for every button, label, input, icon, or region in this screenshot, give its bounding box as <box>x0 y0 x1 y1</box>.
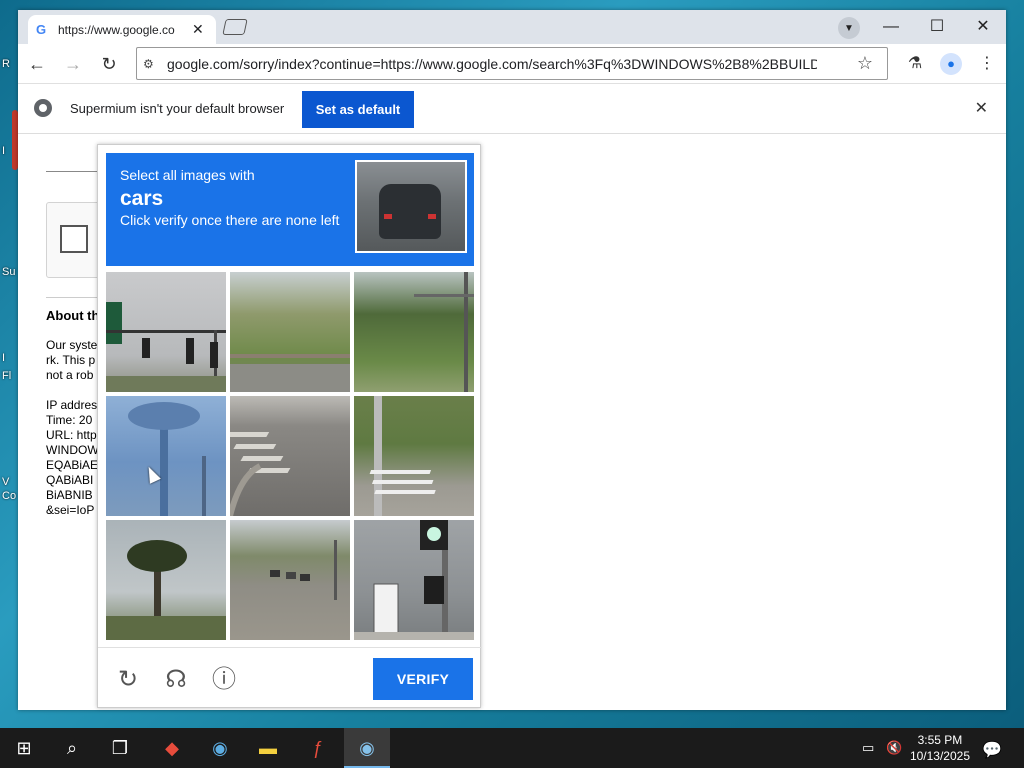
site-info-icon[interactable]: ⚙ <box>143 57 161 71</box>
minimize-icon[interactable]: — <box>876 16 906 38</box>
clock-time: 3:55 PM <box>917 733 963 747</box>
traffic-signal-sign-image <box>354 520 474 640</box>
page-line: WINDOW <box>46 443 99 457</box>
google-favicon-icon: G <box>36 21 47 37</box>
trees-pole-image <box>414 272 474 392</box>
search-icon[interactable]: ⌕ <box>58 734 86 762</box>
page-line: &sei=IoP <box>46 503 95 517</box>
challenge-footer: ↻ ☊ ⓘ VERIFY <box>98 647 482 709</box>
chrome-logo-icon <box>34 99 52 117</box>
taskbar: ⊞ ⌕ ❐ ◆ ◉ ▬ ƒ ◉ ▭ 🔇 3:55 PM 10/13/2025 💬 <box>0 728 1024 768</box>
address-url[interactable]: google.com/sorry/index?continue=https://… <box>167 56 817 72</box>
system-clock[interactable]: 3:55 PM 10/13/2025 <box>910 732 970 764</box>
tail-light <box>384 214 392 219</box>
volume-muted-icon[interactable]: 🔇 <box>886 740 902 756</box>
crosswalk-pole-image <box>369 396 436 516</box>
tab-title: https://www.google.co <box>58 22 175 37</box>
grid-tile-trees[interactable] <box>354 272 474 392</box>
desktop-icon-label[interactable]: Su <box>2 266 15 278</box>
tab-strip: G https://www.google.co ✕ ▼ — ☐ ✕ <box>18 10 1006 44</box>
desktop-icon-label[interactable]: R <box>2 58 10 70</box>
set-as-default-button[interactable]: Set as default <box>302 91 414 128</box>
grid-tile-hillside[interactable] <box>230 272 350 392</box>
challenge-header: Select all images with cars Click verify… <box>106 153 474 266</box>
info-icon[interactable]: ⓘ <box>210 666 238 694</box>
browser-window: G https://www.google.co ✕ ▼ — ☐ ✕ ← → ↻ … <box>18 10 1006 710</box>
reload-challenge-icon[interactable]: ↻ <box>114 666 142 694</box>
desktop-icon-label[interactable]: Co <box>2 490 16 502</box>
grid-tile-palm-tree[interactable] <box>106 520 226 640</box>
desktop-icon-label[interactable]: V <box>2 476 9 488</box>
new-tab-icon[interactable] <box>222 19 248 35</box>
palm-tree-image <box>106 540 226 640</box>
grid-tile-traffic-lights[interactable] <box>106 272 226 392</box>
infobar-message: Supermium isn't your default browser <box>70 101 285 116</box>
recaptcha-checkbox[interactable] <box>60 225 88 253</box>
page-line: Our syste <box>46 338 98 352</box>
tab-close-icon[interactable]: ✕ <box>192 21 204 38</box>
maximize-icon[interactable]: ☐ <box>922 16 952 38</box>
clock-date: 10/13/2025 <box>909 749 970 763</box>
window-close-icon[interactable]: ✕ <box>968 16 998 38</box>
default-browser-infobar: Supermium isn't your default browser Set… <box>18 84 1006 134</box>
menu-kebab-icon[interactable]: ⋮ <box>976 53 998 75</box>
flash-icon[interactable]: ƒ <box>304 734 332 762</box>
page-line: QABiABI <box>46 473 94 487</box>
infobar-close-icon[interactable]: ✕ <box>975 98 988 118</box>
street-with-cars-image <box>270 540 337 600</box>
address-bar[interactable]: ⚙ google.com/sorry/index?continue=https:… <box>136 47 888 80</box>
page-line: Time: 20 <box>46 413 93 427</box>
traffic-lights-image <box>106 302 226 392</box>
network-icon[interactable]: ▭ <box>862 740 874 756</box>
car-shape <box>379 184 441 239</box>
tab-active[interactable]: G https://www.google.co ✕ <box>28 15 216 44</box>
page-line: rk. This p <box>46 353 96 367</box>
grid-tile-traffic-signal[interactable] <box>354 520 474 640</box>
tail-light <box>428 214 436 219</box>
tab-search-chevron-icon[interactable]: ▼ <box>838 17 860 39</box>
page-line: BiABNIB <box>46 488 93 502</box>
notification-icon[interactable]: 💬 <box>982 740 1002 760</box>
windows-start-icon[interactable]: ⊞ <box>10 734 38 762</box>
desktop-icon-label[interactable]: I <box>2 352 5 364</box>
task-view-icon[interactable]: ❐ <box>106 734 134 762</box>
challenge-target: cars <box>120 187 164 210</box>
hillside-guardrail-image <box>230 354 350 392</box>
app-red-icon[interactable]: ◆ <box>158 734 186 762</box>
supermium-icon[interactable]: ◉ <box>353 734 381 762</box>
labs-flask-icon[interactable]: ⚗ <box>904 53 926 75</box>
browser-globe-icon[interactable]: ◉ <box>206 734 234 762</box>
desktop-icon-label[interactable]: Fl <box>2 370 11 382</box>
grid-tile-crosswalk-pole[interactable] <box>354 396 474 516</box>
profile-avatar-icon[interactable]: ● <box>940 53 962 75</box>
image-grid <box>106 272 474 640</box>
verify-button[interactable]: VERIFY <box>373 658 473 700</box>
file-explorer-icon[interactable]: ▬ <box>254 734 282 762</box>
toolbar: ← → ↻ ⚙ google.com/sorry/index?continue=… <box>18 44 1006 84</box>
forward-arrow-icon[interactable]: → <box>62 53 84 75</box>
page-line: not a rob <box>46 368 94 382</box>
page-line: IP addres <box>46 398 98 412</box>
palm-tree-blue-image <box>128 402 206 516</box>
back-arrow-icon[interactable]: ← <box>26 53 48 75</box>
bookmark-star-icon[interactable]: ☆ <box>857 53 873 74</box>
sample-car-image <box>355 160 467 253</box>
audio-headphones-icon[interactable]: ☊ <box>162 666 190 694</box>
challenge-subinstruction: Click verify once there are none left <box>120 212 340 228</box>
recaptcha-challenge: Select all images with cars Click verify… <box>97 144 482 709</box>
grid-tile-road-crosswalk[interactable] <box>230 396 350 516</box>
desktop-icon-label[interactable]: I <box>2 145 5 157</box>
page-line: EQABiAE <box>46 458 99 472</box>
grid-tile-palm-tree-blue[interactable] <box>106 396 226 516</box>
grid-tile-street-with-cars[interactable] <box>230 520 350 640</box>
page-line[interactable]: URL: http <box>46 428 97 443</box>
about-heading: About th <box>46 308 100 323</box>
road-crosswalk-image <box>230 432 291 516</box>
challenge-instruction: Select all images with <box>120 167 255 183</box>
reload-icon[interactable]: ↻ <box>98 53 120 75</box>
